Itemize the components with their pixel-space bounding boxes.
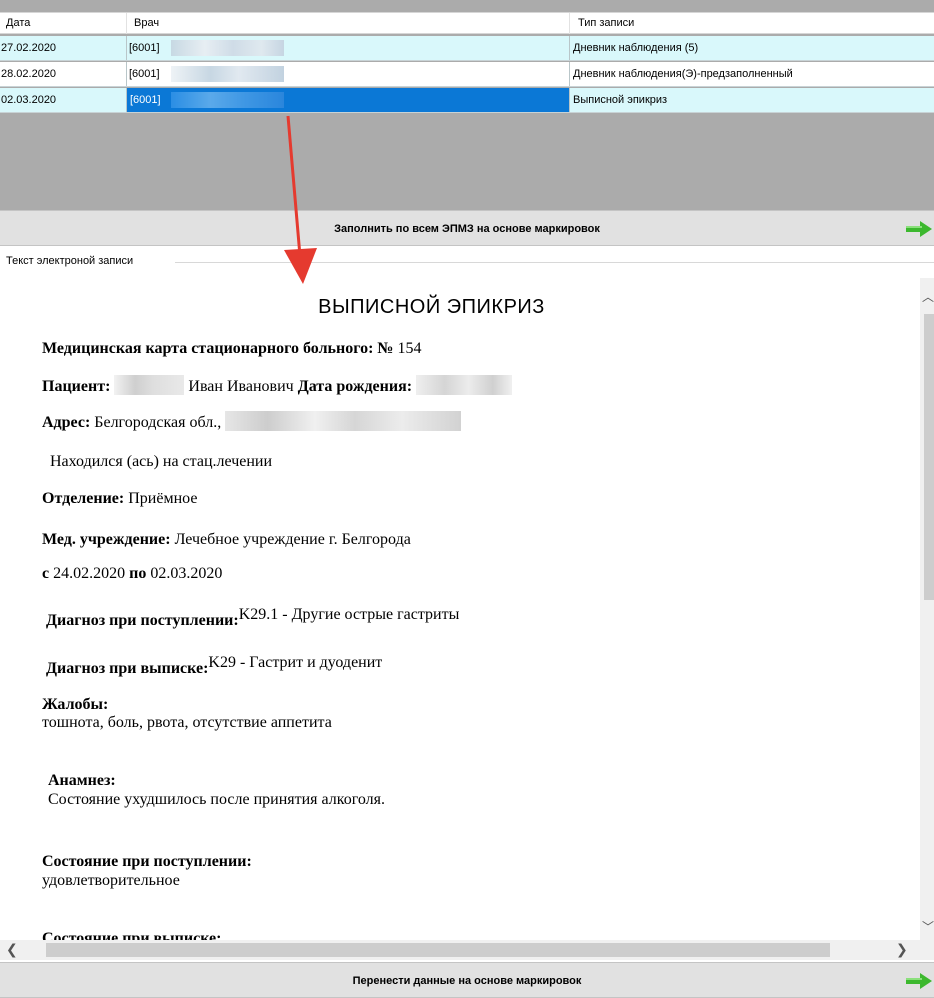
table-row[interactable]: 28.02.2020 [6001] Дневник наблюдения(Э)-… xyxy=(0,62,934,87)
redacted-birth-date xyxy=(416,375,513,395)
cell-date: 02.03.2020 xyxy=(1,94,57,106)
from-date: 24.02.2020 xyxy=(53,565,126,582)
group-box-border xyxy=(175,262,934,263)
arrow-right-icon xyxy=(906,221,932,237)
redacted-doctor-name xyxy=(171,40,284,56)
admit-diagnosis-line: Диагноз при поступлении:K29.1 - Другие о… xyxy=(46,606,459,630)
complaints-value: тошнота, боль, рвота, отсутствие аппетит… xyxy=(42,714,332,731)
table-row-selected[interactable]: 02.03.2020 [6001] Выписной эпикриз xyxy=(0,88,934,113)
institution-value: Лечебное учреждение г. Белгорода xyxy=(174,531,411,548)
column-header-type[interactable]: Тип записи xyxy=(578,17,634,29)
cell-divider xyxy=(569,62,570,86)
patient-name: Иван Иванович xyxy=(188,378,294,395)
card-label: Медицинская карта стационарного больного… xyxy=(42,340,394,357)
records-grid: Дата Врач Тип записи 27.02.2020 [6001] Д… xyxy=(0,0,934,210)
cell-record-type: Выписной эпикриз xyxy=(573,94,668,106)
patient-label: Пациент: xyxy=(42,378,111,395)
column-divider[interactable] xyxy=(126,13,127,34)
transfer-data-button[interactable]: Перенести данные на основе маркировок xyxy=(0,962,934,998)
institution-label: Мед. учреждение: xyxy=(42,531,171,548)
anamnesis-label: Анамнез: xyxy=(48,772,116,789)
discharge-diagnosis-value: K29 - Гастрит и дуоденит xyxy=(208,654,383,671)
address-line: Адрес: Белгородская обл., xyxy=(42,411,462,432)
anamnesis-value: Состояние ухудшилось после принятия алко… xyxy=(48,791,386,808)
complaints-label: Жалобы: xyxy=(42,696,109,713)
table-row[interactable]: 27.02.2020 [6001] Дневник наблюдения (5) xyxy=(0,36,934,61)
period-line: с 24.02.2020 по 02.03.2020 xyxy=(42,565,222,583)
column-header-date[interactable]: Дата xyxy=(6,17,30,29)
admit-diagnosis-label: Диагноз при поступлении: xyxy=(46,612,239,629)
cell-divider xyxy=(569,88,570,112)
arrow-right-icon xyxy=(906,973,932,989)
fill-all-button-label: Заполнить по всем ЭПМЗ на основе маркиро… xyxy=(334,223,600,235)
scroll-left-icon[interactable]: ❮ xyxy=(6,942,18,958)
scroll-right-icon[interactable]: ❯ xyxy=(896,942,908,958)
cell-date: 27.02.2020 xyxy=(1,42,57,54)
redacted-doctor-name xyxy=(171,92,284,108)
horizontal-scroll-thumb[interactable] xyxy=(46,943,830,957)
card-line: Медицинская карта стационарного больного… xyxy=(42,340,422,358)
redacted-address xyxy=(225,411,462,431)
scroll-up-icon[interactable]: ︿ xyxy=(922,288,934,305)
to-date: 02.03.2020 xyxy=(150,565,223,582)
stay-text: Находился (ась) на стац.лечении xyxy=(50,453,273,470)
institution-line: Мед. учреждение: Лечебное учреждение г. … xyxy=(42,531,411,549)
cell-divider xyxy=(126,36,127,60)
from-label: с xyxy=(42,565,50,582)
cell-divider xyxy=(569,36,570,60)
grid-header: Дата Врач Тип записи xyxy=(0,12,934,34)
cell-record-type: Дневник наблюдения (5) xyxy=(573,42,699,54)
address-value: Белгородская обл., xyxy=(94,414,226,431)
redacted-doctor-name xyxy=(171,66,284,82)
admit-state-value: удовлетворительное xyxy=(42,872,180,889)
discharge-diagnosis-label: Диагноз при выписке: xyxy=(46,660,209,677)
department-label: Отделение: xyxy=(42,490,125,507)
address-label: Адрес: xyxy=(42,414,91,431)
fill-all-button[interactable]: Заполнить по всем ЭПМЗ на основе маркиро… xyxy=(0,210,934,246)
department-value: Приёмное xyxy=(128,490,198,507)
column-divider[interactable] xyxy=(569,13,570,34)
department-line: Отделение: Приёмное xyxy=(42,490,197,508)
redacted-surname xyxy=(114,375,185,395)
admit-diagnosis-value: K29.1 - Другие острые гастриты xyxy=(238,606,460,623)
discharge-diagnosis-line: Диагноз при выписке:K29 - Гастрит и дуод… xyxy=(46,654,382,678)
vertical-scroll-thumb[interactable] xyxy=(924,314,934,600)
patient-line: Пациент: Иван Иванович Дата рождения: xyxy=(42,375,513,396)
cell-divider xyxy=(126,62,127,86)
birth-date-label: Дата рождения: xyxy=(297,378,413,395)
card-number: 154 xyxy=(397,340,422,357)
transfer-button-label: Перенести данные на основе маркировок xyxy=(352,975,582,987)
group-box-label: Текст электроной записи xyxy=(6,255,137,267)
admit-state-label: Состояние при поступлении: xyxy=(42,853,252,870)
document-viewer[interactable]: ВЫПИСНОЙ ЭПИКРИЗ Медицинская карта стаци… xyxy=(20,278,920,940)
cell-record-type: Дневник наблюдения(Э)-предзаполненный xyxy=(573,68,793,80)
scroll-down-icon[interactable]: ﹀ xyxy=(922,918,934,935)
column-header-doctor[interactable]: Врач xyxy=(134,17,159,29)
discharge-state-label: Состояние при выписке: xyxy=(42,930,222,940)
document-title: ВЫПИСНОЙ ЭПИКРИЗ xyxy=(318,296,545,318)
to-label: по xyxy=(129,565,147,582)
cell-date: 28.02.2020 xyxy=(1,68,57,80)
